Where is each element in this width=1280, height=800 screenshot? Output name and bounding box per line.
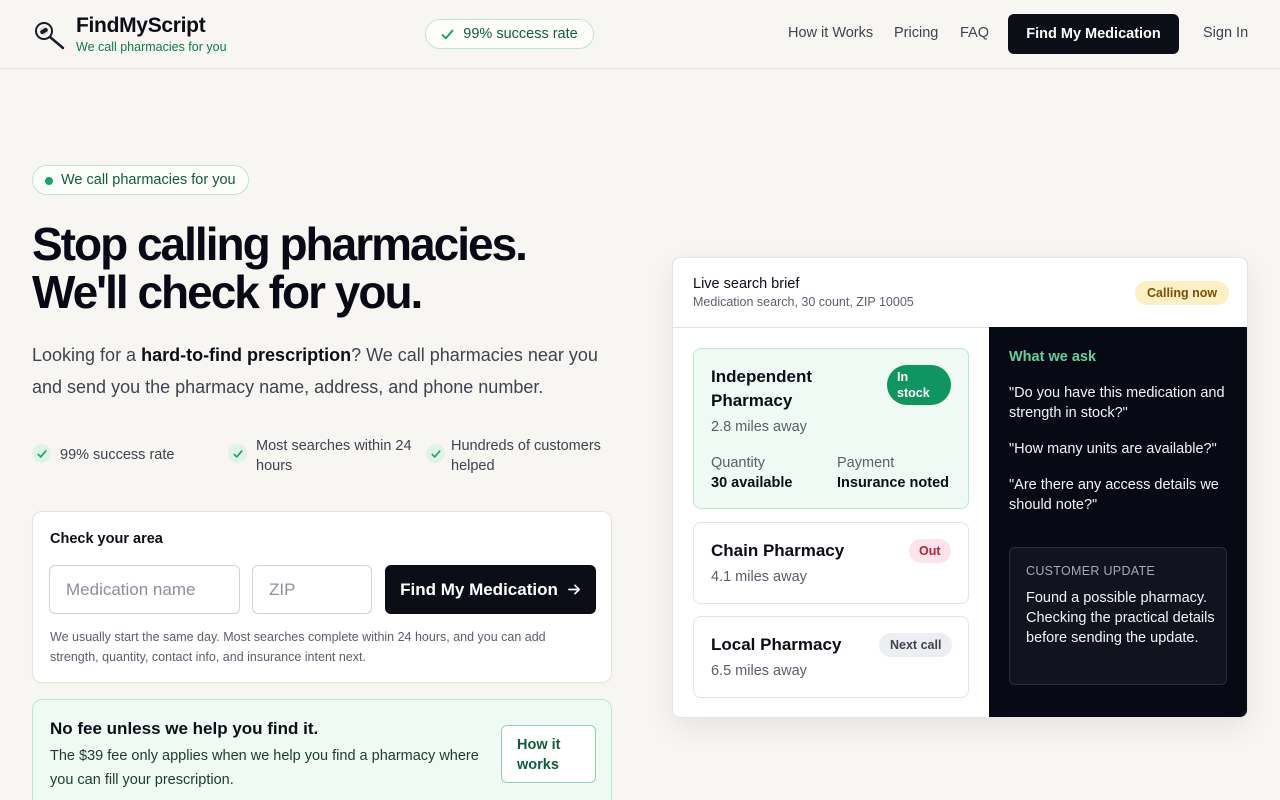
- out-of-stock-badge: Out: [909, 539, 951, 563]
- fee-title: No fee unless we help you find it.: [50, 719, 319, 738]
- pharmacy-card-local[interactable]: Local Pharmacy Next call 6.5 miles away: [693, 616, 969, 698]
- hero-eyebrow-badge: We call pharmacies for you: [32, 165, 249, 195]
- how-it-works-button[interactable]: How it works: [501, 725, 596, 783]
- pharmacy-distance: 6.5 miles away: [711, 663, 807, 679]
- panel-subtitle: Medication search, 30 count, ZIP 10005: [693, 295, 914, 309]
- customer-update-box: CUSTOMER UPDATE Found a possible pharmac…: [1009, 547, 1227, 685]
- in-stock-badge: In stock: [887, 365, 951, 405]
- find-medication-button[interactable]: Find My Medication: [385, 565, 596, 614]
- zip-input[interactable]: [252, 565, 372, 614]
- update-label: CUSTOMER UPDATE: [1026, 564, 1156, 578]
- panel-title: Live search brief: [693, 276, 800, 292]
- nav-faq[interactable]: FAQ: [960, 25, 989, 41]
- calling-status-badge: Calling now: [1135, 281, 1230, 305]
- headline-line-2: We'll check for you.: [32, 266, 423, 318]
- lede-before: Looking for a: [32, 345, 142, 365]
- payment-value: Insurance noted: [837, 475, 949, 491]
- search-card: Check your area Find My Medication We us…: [32, 511, 612, 683]
- live-search-panel: Live search brief Medication search, 30 …: [672, 257, 1248, 718]
- check-icon: [441, 29, 454, 39]
- pharmacy-distance: 4.1 miles away: [711, 569, 807, 585]
- ask-title: What we ask: [1009, 349, 1097, 365]
- pharmacy-name: Independent Pharmacy: [711, 367, 813, 410]
- search-card-title: Check your area: [50, 531, 163, 547]
- quantity-value: 30 available: [711, 475, 793, 491]
- ask-question: "How many units are available?": [1009, 441, 1217, 457]
- ask-question: "Are there any access details we should …: [1009, 477, 1219, 513]
- medication-name-input[interactable]: [49, 565, 240, 614]
- check-icon: [228, 444, 247, 463]
- magnifier-logo-icon[interactable]: [33, 20, 65, 50]
- ask-question: "Do you have this medication and strengt…: [1009, 385, 1225, 421]
- update-text: Found a possible pharmacy. Checking the …: [1026, 590, 1215, 646]
- eyebrow-text: We call pharmacies for you: [61, 172, 236, 188]
- status-dot-icon: [45, 177, 53, 185]
- hero-headline: Stop calling pharmacies. We'll check for…: [32, 218, 528, 318]
- feature-text: 99% success rate: [60, 447, 175, 463]
- feature-text: Most searches within 24 hours: [256, 438, 412, 474]
- next-call-badge: Next call: [879, 633, 953, 657]
- search-note: We usually start the same day. Most sear…: [50, 630, 546, 664]
- find-medication-label: Find My Medication: [400, 579, 558, 599]
- pharmacy-name: Local Pharmacy: [711, 635, 842, 654]
- nav-how-it-works[interactable]: How it Works: [788, 25, 873, 41]
- pharmacy-name: Chain Pharmacy: [711, 541, 845, 560]
- what-we-ask-section: What we ask "Do you have this medication…: [989, 327, 1247, 717]
- brand-tagline: We call pharmacies for you: [76, 40, 227, 54]
- arrow-right-icon: [567, 584, 580, 595]
- success-rate-text: 99% success rate: [463, 26, 578, 42]
- headline-line-1: Stop calling pharmacies.: [32, 218, 528, 270]
- quantity-label: Quantity: [711, 455, 765, 471]
- lede-bold: hard-to-find prescription: [141, 345, 352, 365]
- header-find-medication-button[interactable]: Find My Medication: [1008, 14, 1179, 54]
- fee-card: No fee unless we help you find it. The $…: [32, 699, 612, 800]
- pharmacy-card-chain[interactable]: Chain Pharmacy Out 4.1 miles away: [693, 522, 969, 604]
- payment-label: Payment: [837, 455, 895, 471]
- check-icon: [426, 444, 445, 463]
- pharmacy-card-independent[interactable]: Independent Pharmacy In stock 2.8 miles …: [693, 348, 969, 509]
- site-header: FindMyScript We call pharmacies for you …: [0, 0, 1280, 69]
- hero-lede: Looking for a hard-to-find prescription?…: [32, 339, 612, 403]
- success-rate-pill: 99% success rate: [425, 19, 594, 49]
- panel-header: Live search brief Medication search, 30 …: [673, 258, 1247, 328]
- feature-text: Hundreds of customers helped: [451, 438, 601, 474]
- brand-name[interactable]: FindMyScript: [76, 14, 206, 38]
- pharmacy-distance: 2.8 miles away: [711, 419, 807, 435]
- check-icon: [32, 444, 51, 463]
- nav-pricing[interactable]: Pricing: [894, 25, 938, 41]
- fee-text: The $39 fee only applies when we help yo…: [50, 748, 479, 788]
- sign-in-link[interactable]: Sign In: [1203, 25, 1248, 41]
